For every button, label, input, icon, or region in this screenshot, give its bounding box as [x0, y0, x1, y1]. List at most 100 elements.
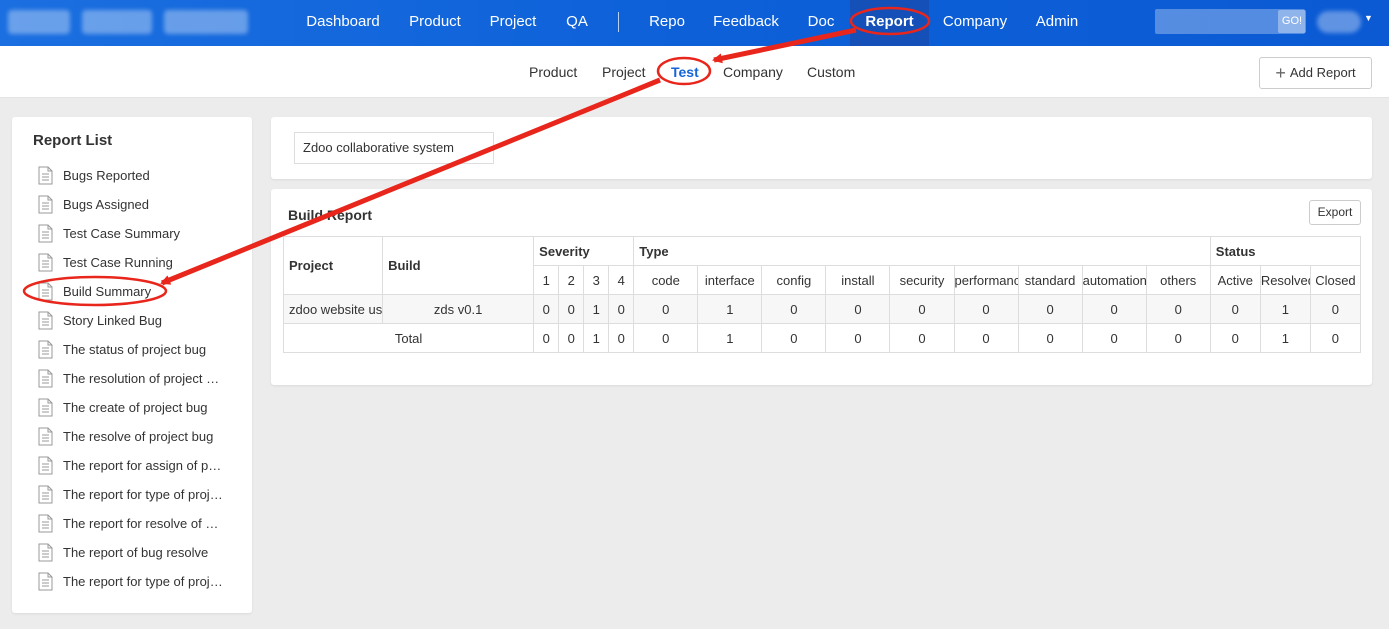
- build-report-panel: Build Report Export Project Build Severi…: [271, 189, 1372, 385]
- cell-type: 1: [697, 323, 763, 353]
- nav-feedback[interactable]: Feedback: [705, 0, 787, 46]
- report-item-label: The resolution of project bug: [63, 371, 223, 386]
- report-item[interactable]: Test Case Summary: [38, 224, 238, 246]
- report-item-label: The report of bug resolve: [63, 545, 209, 560]
- subnav-company[interactable]: Company: [723, 64, 783, 80]
- document-icon: [38, 282, 53, 301]
- cell-type: 0: [1017, 323, 1083, 353]
- cell-severity: 0: [533, 323, 560, 353]
- header-build: Build: [382, 236, 535, 295]
- header-type-name: install: [825, 265, 891, 295]
- cell-build: zds v0.1: [382, 294, 535, 324]
- cell-status: 0: [1209, 323, 1261, 353]
- subnav-custom[interactable]: Custom: [807, 64, 855, 80]
- nav-qa[interactable]: QA: [557, 0, 597, 46]
- report-item[interactable]: Test Case Running: [38, 253, 238, 275]
- user-avatar-blurred[interactable]: [1317, 11, 1361, 33]
- report-item[interactable]: The report of bug resolve: [38, 543, 238, 565]
- report-item[interactable]: Bugs Assigned: [38, 195, 238, 217]
- report-item[interactable]: The report for resolve of project bug: [38, 514, 238, 536]
- subnav-project[interactable]: Project: [602, 64, 646, 80]
- chevron-down-icon[interactable]: ▼: [1364, 13, 1373, 23]
- report-list-panel: Report List Bugs Reported Bugs Assigned Te…: [12, 117, 252, 613]
- header-status-name: Closed: [1309, 265, 1362, 295]
- add-report-button[interactable]: + Add Report: [1259, 57, 1372, 89]
- report-item[interactable]: Story Linked Bug: [38, 311, 238, 333]
- cell-type: 0: [825, 323, 891, 353]
- report-item-label: Bugs Assigned: [63, 197, 150, 212]
- report-item[interactable]: The report for type of project bug: [38, 572, 238, 594]
- header-severity: Severity: [533, 236, 635, 266]
- add-report-label: Add Report: [1289, 65, 1356, 80]
- header-status: Status: [1209, 236, 1362, 266]
- report-item[interactable]: Build Summary: [38, 282, 238, 304]
- report-item-label: The report for resolve of project bug: [63, 516, 223, 531]
- header-type: Type: [633, 236, 1211, 266]
- report-item[interactable]: The resolve of project bug: [38, 427, 238, 449]
- document-icon: [38, 224, 53, 243]
- cell-severity: 1: [583, 294, 610, 324]
- cell-type: 0: [1081, 294, 1147, 324]
- header-type-name: standard: [1017, 265, 1083, 295]
- export-button[interactable]: Export: [1309, 200, 1361, 225]
- report-item[interactable]: The resolution of project bug: [38, 369, 238, 391]
- report-item[interactable]: The status of project bug: [38, 340, 238, 362]
- table-row: zdoo website use zds v0.1 0 0 1 0 0 1 0 0 0 0 0 0 0 0 1 0: [282, 294, 1362, 324]
- cell-type: 0: [825, 294, 891, 324]
- header-type-name: interface: [697, 265, 763, 295]
- cell-severity: 0: [558, 294, 585, 324]
- nav-admin[interactable]: Admin: [1027, 0, 1087, 46]
- nav-product[interactable]: Product: [399, 0, 471, 46]
- cell-total-label: Total: [282, 323, 535, 353]
- top-navbar: Dashboard Product Project QA Repo Feedba…: [0, 0, 1389, 46]
- report-item[interactable]: The report for type of project bug: [38, 485, 238, 507]
- company-name-blurred: [82, 10, 152, 34]
- cell-type: 0: [1017, 294, 1083, 324]
- document-icon: [38, 485, 53, 504]
- document-icon: [38, 166, 53, 185]
- report-item-label: Test Case Running: [63, 255, 173, 270]
- nav-company[interactable]: Company: [936, 0, 1014, 46]
- product-select[interactable]: Zdoo collaborative system: [294, 132, 494, 164]
- report-item-label: Build Summary: [63, 284, 152, 299]
- header-type-name: automation: [1081, 265, 1147, 295]
- report-title: Build Report: [288, 207, 372, 223]
- nav-dashboard[interactable]: Dashboard: [297, 0, 389, 46]
- cell-type: 0: [889, 294, 955, 324]
- subnav-product[interactable]: Product: [529, 64, 577, 80]
- cell-severity: 1: [583, 323, 610, 353]
- header-severity-level: 1: [533, 265, 560, 295]
- app-name-blurred: [164, 10, 248, 34]
- report-item[interactable]: The create of project bug: [38, 398, 238, 420]
- cell-severity: 0: [608, 294, 635, 324]
- cell-type: 0: [889, 323, 955, 353]
- document-icon: [38, 456, 53, 475]
- document-icon: [38, 340, 53, 359]
- cell-type: 0: [1145, 323, 1211, 353]
- report-item-label: The report for type of project bug: [63, 574, 223, 589]
- report-item-label: The report for type of project bug: [63, 487, 223, 502]
- document-icon: [38, 195, 53, 214]
- table-total-row: Total 0 0 1 0 0 1 0 0 0 0 0 0 0 0 1 0: [282, 323, 1362, 353]
- report-item[interactable]: Bugs Reported: [38, 166, 238, 188]
- header-status-name: Active: [1209, 265, 1261, 295]
- cell-severity: 0: [533, 294, 560, 324]
- document-icon: [38, 572, 53, 591]
- cell-type: 0: [1145, 294, 1211, 324]
- nav-project[interactable]: Project: [480, 0, 546, 46]
- report-item[interactable]: The report for assign of project bug: [38, 456, 238, 478]
- report-item-label: The status of project bug: [63, 342, 207, 357]
- report-item-label: Test Case Summary: [63, 226, 181, 241]
- subnav-test[interactable]: Test: [671, 64, 699, 80]
- document-icon: [38, 514, 53, 533]
- sub-navbar: Product Project Test Company Custom + Add…: [0, 46, 1389, 98]
- nav-report[interactable]: Report: [850, 0, 929, 46]
- logo-blurred[interactable]: [8, 10, 70, 34]
- nav-doc[interactable]: Doc: [797, 0, 845, 46]
- cell-status: 1: [1259, 294, 1311, 324]
- header-project: Project: [282, 236, 384, 295]
- cell-status: 0: [1309, 294, 1362, 324]
- header-severity-level: 2: [558, 265, 585, 295]
- search-go-button[interactable]: GO!: [1278, 10, 1306, 33]
- nav-repo[interactable]: Repo: [640, 0, 694, 46]
